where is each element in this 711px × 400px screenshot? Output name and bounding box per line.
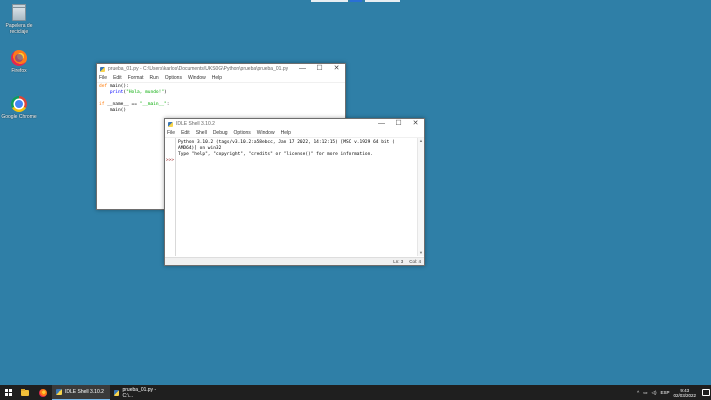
shell-title: IDLE Shell 3.10.2 <box>176 121 215 127</box>
start-button[interactable] <box>0 385 16 400</box>
menu-run[interactable]: Run <box>150 75 159 81</box>
clock-date: 02/03/2022 <box>673 392 696 398</box>
firefox-icon <box>11 50 27 66</box>
menu-options[interactable]: Options <box>165 75 182 81</box>
top-edge-stub <box>365 0 400 2</box>
menu-options[interactable]: Options <box>234 130 251 136</box>
desktop-icon-label: Firefox <box>11 68 27 74</box>
menu-edit[interactable]: Edit <box>181 130 190 136</box>
menu-help[interactable]: Help <box>212 75 222 81</box>
code-token: : <box>166 102 170 107</box>
menu-file[interactable]: File <box>167 130 175 136</box>
desktop-background: Papelera de reciclaje Firefox Google Chr… <box>0 0 711 385</box>
top-edge-stub <box>311 0 348 2</box>
language-indicator[interactable]: ESP <box>660 390 669 395</box>
idle-app-icon <box>56 389 62 395</box>
code-line: main() <box>99 108 127 113</box>
clock[interactable]: 9:43 02/03/2022 <box>673 388 696 398</box>
status-line: Ln: 3 <box>393 259 404 264</box>
vertical-scrollbar[interactable]: ▲ ▼ <box>417 138 424 256</box>
minimize-button[interactable]: — <box>373 119 390 129</box>
menu-window[interactable]: Window <box>188 75 206 81</box>
minimize-button[interactable]: — <box>294 64 311 74</box>
chrome-icon <box>11 96 27 112</box>
prompt-gutter: >>> <box>165 138 175 256</box>
desktop-icon-recycle-bin[interactable]: Papelera de reciclaje <box>0 4 38 35</box>
network-icon[interactable]: ▭ <box>643 390 647 396</box>
shell-titlebar[interactable]: IDLE Shell 3.10.2 — ☐ ✕ <box>165 119 424 129</box>
scroll-up-icon[interactable]: ▲ <box>418 138 424 144</box>
top-edge-stub <box>350 0 362 2</box>
output-line: Type "help", "copyright", "credits" or "… <box>178 152 374 157</box>
windows-logo-icon <box>4 389 12 396</box>
taskbar-app-label: IDLE Shell 3.10.2 <box>65 389 104 395</box>
menu-debug[interactable]: Debug <box>213 130 228 136</box>
taskbar: IDLE Shell 3.10.2 prueba_01.py - C:\... … <box>0 385 711 400</box>
code-token: ) <box>164 90 167 95</box>
firefox-icon <box>39 388 47 397</box>
menu-help[interactable]: Help <box>281 130 291 136</box>
maximize-button[interactable]: ☐ <box>390 119 407 129</box>
menu-file[interactable]: File <box>99 75 107 81</box>
close-button[interactable]: ✕ <box>407 119 424 129</box>
status-col: Col: 4 <box>409 259 421 264</box>
shell-menubar: File Edit Shell Debug Options Window Hel… <box>165 129 424 138</box>
editor-titlebar[interactable]: prueba_01.py - C:\Users\karlos\Documents… <box>97 64 345 74</box>
maximize-button[interactable]: ☐ <box>311 64 328 74</box>
shell-window[interactable]: IDLE Shell 3.10.2 — ☐ ✕ File Edit Shell … <box>164 118 425 266</box>
string-token: "Hola, mundo!" <box>126 90 165 95</box>
code-token: __name__ == <box>104 102 140 107</box>
menu-format[interactable]: Format <box>128 75 144 81</box>
tray-overflow-chevron-icon[interactable]: ^ <box>637 390 639 395</box>
desktop-icon-label: Google Chrome <box>1 114 37 120</box>
close-button[interactable]: ✕ <box>328 64 345 74</box>
idle-app-icon <box>100 66 105 72</box>
string-token: "__main__" <box>139 102 167 107</box>
folder-icon <box>21 388 29 396</box>
taskbar-app-editor[interactable]: prueba_01.py - C:\... <box>110 385 168 400</box>
recycle-bin-icon <box>12 4 26 21</box>
taskbar-firefox[interactable] <box>34 385 52 400</box>
shell-prompt: >>> <box>165 158 175 163</box>
system-tray: ^ ▭ ◁) ESP 9:43 02/03/2022 <box>637 385 711 400</box>
desktop-icon-chrome[interactable]: Google Chrome <box>0 96 38 120</box>
volume-icon[interactable]: ◁) <box>651 390 656 396</box>
taskbar-file-explorer[interactable] <box>16 385 34 400</box>
desktop-icon-firefox[interactable]: Firefox <box>0 50 38 74</box>
keyword-token: def <box>99 84 108 89</box>
menu-edit[interactable]: Edit <box>113 75 122 81</box>
code-token: main(): <box>107 84 129 89</box>
idle-app-icon <box>168 121 173 127</box>
desktop-icon-label: Papelera de reciclaje <box>5 23 33 35</box>
notification-icon <box>702 389 710 396</box>
notification-center-button[interactable] <box>701 385 711 400</box>
builtin-token: print <box>109 90 124 95</box>
shell-statusbar: Ln: 3 Col: 4 <box>165 257 424 265</box>
menu-shell[interactable]: Shell <box>196 130 207 136</box>
idle-app-icon <box>114 389 120 396</box>
taskbar-app-label: prueba_01.py - C:\... <box>122 386 157 399</box>
taskbar-app-idle-shell[interactable]: IDLE Shell 3.10.2 <box>52 385 110 400</box>
editor-title: prueba_01.py - C:\Users\karlos\Documents… <box>108 66 288 72</box>
scroll-down-icon[interactable]: ▼ <box>418 250 424 256</box>
shell-body: >>> Python 3.10.2 (tags/v3.10.2:a58ebcc,… <box>165 138 424 256</box>
menu-window[interactable]: Window <box>257 130 275 136</box>
shell-output[interactable]: Python 3.10.2 (tags/v3.10.2:a58ebcc, Jan… <box>175 138 417 256</box>
